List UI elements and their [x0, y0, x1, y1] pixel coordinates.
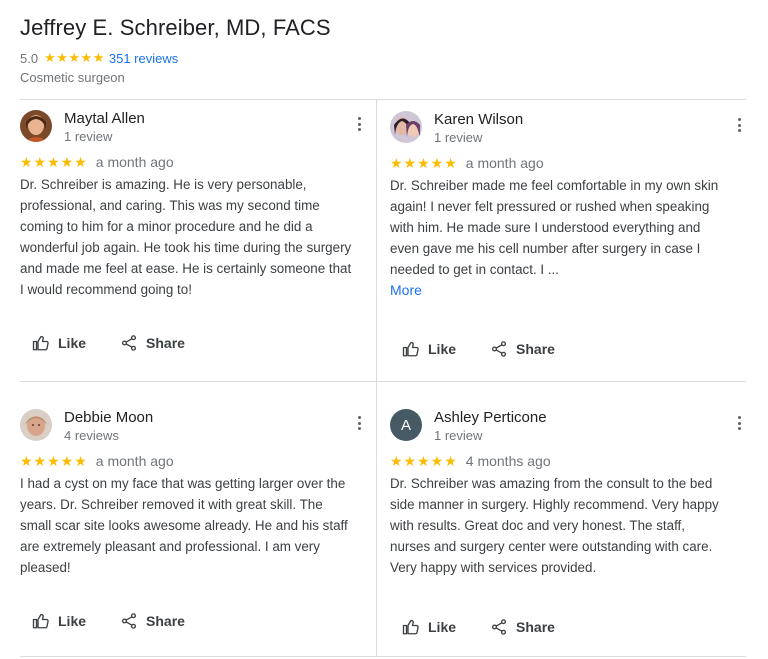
- reviews-count-link[interactable]: 351 reviews: [109, 51, 178, 66]
- review-stars: ★★★★★: [390, 452, 458, 469]
- divider: [20, 99, 746, 100]
- review-actions: Like Share: [402, 618, 589, 636]
- share-button[interactable]: Share: [490, 340, 555, 358]
- review-stars: ★★★★★: [390, 154, 458, 171]
- more-options-icon[interactable]: [732, 413, 746, 433]
- review-card: Debbie Moon 4 reviews ★★★★★ a month ago …: [20, 409, 366, 578]
- more-link[interactable]: More: [390, 280, 746, 300]
- column-divider: [376, 100, 377, 657]
- share-button[interactable]: Share: [120, 612, 185, 630]
- thumb-up-icon: [32, 613, 49, 629]
- reviewer-review-count: 1 review: [64, 129, 113, 144]
- reviewer-avatar[interactable]: [390, 111, 422, 143]
- share-icon: [491, 341, 507, 357]
- review-text: I had a cyst on my face that was getting…: [20, 476, 348, 575]
- reviewer-avatar[interactable]: [20, 110, 52, 142]
- divider: [20, 656, 746, 657]
- business-category: Cosmetic surgeon: [20, 70, 125, 85]
- rating-summary: 5.0 ★★★★★ 351 reviews: [20, 50, 760, 66]
- review-card: Karen Wilson 1 review ★★★★★ a month ago …: [390, 111, 746, 300]
- reviewer-name[interactable]: Ashley Perticone: [434, 409, 547, 427]
- share-icon: [121, 335, 137, 351]
- divider: [20, 381, 746, 382]
- review-time: a month ago: [465, 155, 544, 171]
- like-button[interactable]: Like: [32, 612, 86, 630]
- reviewer-name[interactable]: Karen Wilson: [434, 111, 523, 129]
- reviewer-name[interactable]: Debbie Moon: [64, 409, 153, 427]
- reviewer-review-count: 1 review: [434, 130, 483, 145]
- review-time: a month ago: [95, 154, 174, 170]
- thumb-up-icon: [402, 341, 419, 357]
- review-text: Dr. Schreiber was amazing from the consu…: [390, 476, 719, 575]
- share-button[interactable]: Share: [490, 618, 555, 636]
- reviewer-review-count: 4 reviews: [64, 428, 119, 443]
- more-options-icon[interactable]: [732, 115, 746, 135]
- like-button[interactable]: Like: [32, 334, 86, 352]
- reviewer-avatar[interactable]: [20, 409, 52, 441]
- review-card: A Ashley Perticone 1 review ★★★★★ 4 mont…: [390, 409, 746, 578]
- review-time: a month ago: [95, 453, 174, 469]
- rating-value: 5.0: [20, 50, 39, 66]
- thumb-up-icon: [402, 619, 419, 635]
- review-actions: Like Share: [402, 340, 589, 358]
- review-actions: Like Share: [32, 334, 219, 352]
- share-button[interactable]: Share: [120, 334, 185, 352]
- review-actions: Like Share: [32, 612, 219, 630]
- like-button[interactable]: Like: [402, 340, 456, 358]
- thumb-up-icon: [32, 335, 49, 351]
- rating-stars: ★★★★★: [44, 50, 105, 65]
- like-button[interactable]: Like: [402, 618, 456, 636]
- more-options-icon[interactable]: [352, 114, 366, 134]
- review-stars: ★★★★★: [20, 452, 88, 469]
- review-time: 4 months ago: [465, 453, 551, 469]
- share-icon: [491, 619, 507, 635]
- review-text: Dr. Schreiber is amazing. He is very per…: [20, 177, 352, 297]
- avatar-initial: A: [400, 416, 411, 434]
- business-header: Jeffrey E. Schreiber, MD, FACS 5.0 ★★★★★…: [20, 14, 760, 85]
- review-text: Dr. Schreiber made me feel comfortable i…: [390, 178, 719, 277]
- review-stars: ★★★★★: [20, 153, 88, 170]
- reviewer-review-count: 1 review: [434, 428, 483, 443]
- reviewer-name[interactable]: Maytal Allen: [64, 110, 145, 128]
- share-icon: [121, 613, 137, 629]
- more-options-icon[interactable]: [352, 413, 366, 433]
- review-card: Maytal Allen 1 review ★★★★★ a month ago …: [20, 110, 366, 300]
- reviewer-avatar[interactable]: A: [390, 409, 422, 441]
- business-name: Jeffrey E. Schreiber, MD, FACS: [20, 15, 331, 40]
